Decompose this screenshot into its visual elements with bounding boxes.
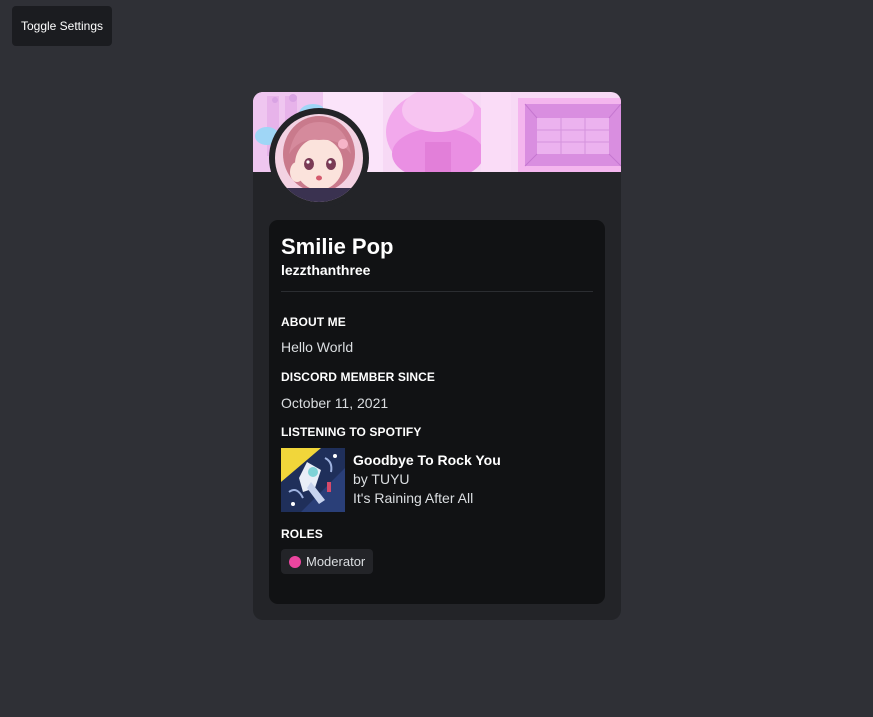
roles-heading: Roles — [281, 527, 323, 541]
spotify-heading: Listening to Spotify — [281, 425, 422, 439]
display-name: Smilie Pop — [281, 234, 394, 259]
about-me-heading: About Me — [281, 315, 346, 329]
track-title[interactable]: Goodbye To Rock You — [353, 451, 501, 470]
anime-avatar-icon — [275, 114, 363, 202]
track-album[interactable]: It's Raining After All — [353, 489, 501, 508]
username: lezzthanthree — [281, 262, 371, 278]
profile-card: Smilie Pop lezzthanthree About Me Hello … — [253, 92, 621, 620]
divider — [281, 291, 593, 292]
profile-details-panel: Smilie Pop lezzthanthree About Me Hello … — [269, 220, 605, 604]
track-info: Goodbye To Rock You by TUYU It's Raining… — [353, 448, 501, 512]
avatar[interactable] — [269, 108, 369, 208]
spotify-activity: Goodbye To Rock You by TUYU It's Raining… — [281, 448, 593, 512]
track-artist[interactable]: by TUYU — [353, 470, 501, 489]
toggle-settings-button[interactable]: Toggle Settings — [12, 6, 112, 46]
about-me-text: Hello World — [281, 339, 354, 355]
role-color-dot-icon — [289, 555, 301, 568]
role-name: Moderator — [306, 553, 366, 569]
role-badge[interactable]: Moderator — [281, 549, 374, 574]
member-since-date: October 11, 2021 — [281, 395, 389, 411]
member-since-heading: Discord Member Since — [281, 370, 436, 384]
album-art-icon[interactable] — [281, 448, 345, 512]
roles-list: Moderator — [281, 549, 593, 574]
